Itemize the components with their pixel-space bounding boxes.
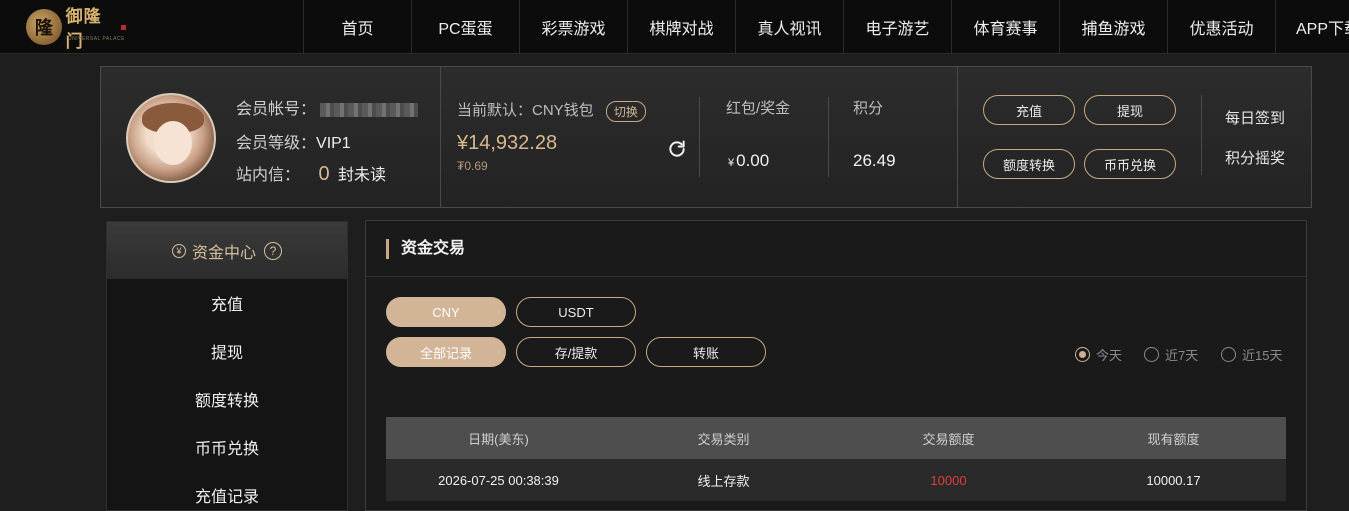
divider [440, 67, 441, 207]
panel-header: 资金交易 [366, 221, 1306, 277]
sidebar-item-withdraw[interactable]: 提现 [107, 327, 347, 375]
nav-item-sports[interactable]: 体育赛事 [951, 0, 1059, 54]
column-header-type: 交易类别 [697, 431, 750, 447]
sidebar-item-deposit-records[interactable]: 充值记录 [107, 471, 347, 511]
points-value: 26.49 [853, 151, 896, 170]
level-row: 会员等级：VIP1 [236, 129, 351, 153]
level-value: VIP1 [316, 135, 351, 152]
account-label: 会员帐号： [236, 101, 317, 118]
nav-item-chess-cards[interactable]: 棋牌对战 [627, 0, 735, 54]
divider [828, 97, 829, 177]
divider [1201, 95, 1202, 175]
bonus-label: 红包/奖金 [726, 100, 791, 117]
coin-exchange-button[interactable]: 币币兑换 [1084, 149, 1176, 179]
column-header-balance: 现有额度 [1147, 431, 1200, 447]
inbox-row[interactable]: 站内信： 0 封未读 [236, 161, 386, 186]
wallet-switch-button[interactable]: 切换 [605, 100, 646, 122]
logo-mark-icon: 隆 [26, 9, 62, 45]
help-icon[interactable]: ? [264, 241, 282, 260]
bonus-value: ¥0.00 [728, 151, 770, 170]
divider [699, 97, 700, 177]
logo-seal-icon [121, 24, 127, 30]
filter-15-days[interactable]: 近15天 [1221, 345, 1282, 364]
tab-usdt[interactable]: USDT [516, 297, 636, 327]
tab-all-records[interactable]: 全部记录 [386, 337, 506, 367]
account-blurred-value [320, 102, 419, 117]
radio-icon [1144, 347, 1159, 362]
sidebar-item-deposit[interactable]: 充值 [107, 279, 347, 327]
avatar[interactable] [126, 93, 216, 183]
column-header-date: 日期(美东) [468, 431, 529, 447]
nav-item-slots[interactable]: 电子游艺 [843, 0, 951, 54]
fund-transactions-panel: 资金交易 CNY USDT 全部记录 存/提款 转账 今天 近7天 近15天 日… [365, 220, 1307, 511]
level-label: 会员等级： [236, 135, 317, 152]
nav-item-home[interactable]: 首页 [303, 0, 411, 54]
cell-type: 线上存款 [697, 473, 750, 489]
nav-item-promotions[interactable]: 优惠活动 [1167, 0, 1275, 54]
radio-icon [1221, 347, 1236, 362]
logo-subtitle: UNIVERSAL PALACE [68, 36, 125, 42]
radio-checked-icon [1075, 347, 1090, 362]
sidebar-header: ¥ 资金中心 ? [107, 222, 347, 279]
nav-item-lottery[interactable]: 彩票游戏 [519, 0, 627, 54]
nav-item-app-download[interactable]: APP下载 [1275, 0, 1349, 54]
deposit-button[interactable]: 充值 [983, 95, 1075, 125]
refresh-icon[interactable] [667, 139, 687, 159]
cell-date: 2026-07-25 00:38:39 [438, 472, 559, 488]
sidebar-title: 资金中心 [191, 244, 256, 262]
wallet-usdt-balance: ₮0.69 [457, 159, 488, 173]
logo-text: 御隆门 [65, 7, 102, 51]
user-summary-panel: 会员帐号： 会员等级：VIP1 站内信： 0 封未读 当前默认：CNY钱包 切换… [100, 66, 1312, 208]
cell-balance: 10000.17 [1146, 472, 1201, 488]
page-title: 资金交易 [386, 239, 465, 259]
nav-item-fishing[interactable]: 捕鱼游戏 [1059, 0, 1167, 54]
transactions-table: 日期(美东) 交易类别 交易额度 现有额度 2026-07-25 00:38:3… [386, 417, 1286, 501]
filter-7-days[interactable]: 近7天 [1144, 345, 1198, 364]
wallet-balance: ¥14,932.28 [457, 132, 558, 154]
top-navigation-bar: 隆 御隆门 UNIVERSAL PALACE 首页 PC蛋蛋 彩票游戏 棋牌对战… [0, 0, 1349, 54]
nav-item-pc-egg[interactable]: PC蛋蛋 [411, 0, 519, 54]
table-header: 日期(美东) 交易类别 交易额度 现有额度 [386, 417, 1286, 459]
wallet-default-label: 当前默认：CNY钱包 切换 [457, 99, 646, 122]
inbox-label: 站内信： [236, 167, 301, 184]
table-row: 2026-07-25 00:38:39 线上存款 10000 10000.17 [386, 459, 1286, 501]
fund-center-sidebar: ¥ 资金中心 ? 充值 提现 额度转换 币币兑换 充值记录 [106, 221, 348, 511]
cell-amount: 10000 [930, 472, 967, 488]
daily-checkin-link[interactable]: 每日签到 [1225, 107, 1285, 128]
account-row: 会员帐号： [236, 95, 419, 119]
nav-item-live-casino[interactable]: 真人视讯 [735, 0, 843, 54]
column-header-amount: 交易额度 [922, 431, 975, 447]
points-label: 积分 [853, 100, 884, 117]
tab-deposit-withdraw[interactable]: 存/提款 [516, 337, 636, 367]
yen-icon: ¥ [171, 243, 186, 258]
site-logo[interactable]: 隆 御隆门 UNIVERSAL PALACE [26, 6, 127, 51]
unread-label: 封未读 [338, 167, 387, 184]
divider [957, 67, 958, 207]
withdraw-button[interactable]: 提现 [1084, 95, 1176, 125]
sidebar-item-coin-exchange[interactable]: 币币兑换 [107, 423, 347, 471]
tab-transfer[interactable]: 转账 [646, 337, 766, 367]
main-nav: 首页 PC蛋蛋 彩票游戏 棋牌对战 真人视讯 电子游艺 体育赛事 捕鱼游戏 优惠… [303, 0, 1349, 54]
tab-cny[interactable]: CNY [386, 297, 506, 327]
quota-transfer-button[interactable]: 额度转换 [983, 149, 1075, 179]
sidebar-item-quota-transfer[interactable]: 额度转换 [107, 375, 347, 423]
bonus-currency: ¥ [728, 157, 735, 169]
unread-count: 0 [318, 163, 330, 185]
filter-today[interactable]: 今天 [1075, 345, 1122, 364]
points-lottery-link[interactable]: 积分摇奖 [1225, 147, 1285, 168]
